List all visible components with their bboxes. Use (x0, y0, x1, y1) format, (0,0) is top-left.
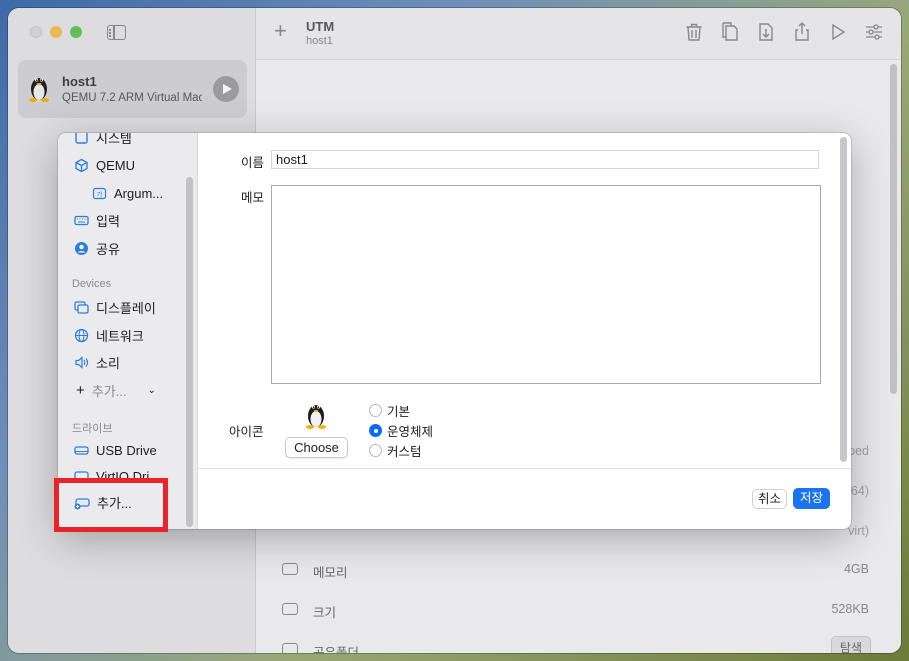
svg-text:가: 가 (97, 189, 103, 198)
sidebar-item-label: USB Drive (96, 442, 157, 458)
form-scrollbar[interactable] (840, 137, 847, 462)
linux-tux-icon (306, 405, 326, 429)
display-icon (74, 300, 89, 315)
memo-label: 메모 (241, 191, 265, 205)
sidebar-item-label: QEMU (96, 157, 135, 173)
arguments-icon: 가 (92, 186, 107, 201)
keyboard-icon (74, 213, 89, 228)
sidebar-item-sound[interactable]: 소리 (74, 352, 120, 372)
sidebar-item-label: 네트워크 (96, 328, 144, 344)
sidebar-item-label: 디스플레이 (96, 300, 156, 316)
globe-icon (74, 328, 89, 343)
highlight-annotation-box (54, 478, 168, 532)
sidebar-item-label: 시스템 (96, 133, 132, 146)
sidebar-scrollbar[interactable] (186, 177, 193, 527)
sidebar-item-network[interactable]: 네트워크 (74, 325, 144, 345)
sidebar-item-label: Argum... (114, 185, 164, 201)
settings-sidebar: 시스템 QEMU 가 Argum... 입력 공유 Devices 디스플레이 … (58, 133, 198, 529)
memo-textarea[interactable] (271, 185, 821, 384)
name-label: 이름 (241, 156, 265, 170)
sidebar-section-devices: Devices (72, 278, 112, 290)
person-circle-icon (74, 241, 89, 256)
cube-icon (74, 158, 89, 173)
sidebar-item-qemu[interactable]: QEMU (74, 155, 135, 175)
name-input[interactable] (271, 150, 819, 169)
system-icon (74, 133, 89, 145)
add-device-label: 추가... (91, 383, 127, 399)
sidebar-item-arguments[interactable]: 가 Argum... (92, 183, 163, 203)
sidebar-item-system[interactable]: 시스템 (74, 133, 132, 147)
vm-settings-sheet: 시스템 QEMU 가 Argum... 입력 공유 Devices 디스플레이 … (58, 133, 851, 529)
sidebar-item-sharing[interactable]: 공유 (74, 238, 120, 258)
choose-icon-button[interactable]: Choose (285, 437, 348, 458)
sidebar-item-input[interactable]: 입력 (74, 210, 120, 230)
add-device-menu[interactable]: + 추가... ⌄ (76, 380, 156, 400)
sidebar-item-display[interactable]: 디스플레이 (74, 297, 156, 317)
radio-icon-default[interactable]: 기본 (369, 401, 410, 420)
sidebar-item-label: 공유 (96, 241, 120, 257)
sidebar-item-usb-drive[interactable]: USB Drive (74, 440, 157, 460)
radio-indicator (369, 444, 382, 457)
sidebar-section-drives: 드라이브 (72, 423, 113, 435)
radio-indicator-selected (369, 424, 382, 437)
sidebar-item-label: 입력 (96, 213, 120, 229)
speaker-icon (74, 355, 89, 370)
radio-label: 기본 (387, 405, 411, 419)
radio-indicator (369, 404, 382, 417)
radio-label: 커스텀 (387, 445, 422, 459)
icon-label: 아이콘 (229, 425, 264, 439)
save-button[interactable]: 저장 (793, 488, 831, 509)
drive-icon (74, 443, 89, 458)
plus-icon: + (76, 381, 85, 399)
radio-label: 운영체제 (387, 425, 434, 439)
sidebar-item-label: 소리 (96, 355, 120, 371)
radio-icon-custom[interactable]: 커스텀 (369, 441, 422, 460)
footer-divider (198, 468, 851, 469)
radio-icon-os[interactable]: 운영체제 (369, 421, 433, 440)
cancel-button[interactable]: 취소 (752, 489, 788, 509)
chevron-down-icon: ⌄ (147, 384, 156, 396)
